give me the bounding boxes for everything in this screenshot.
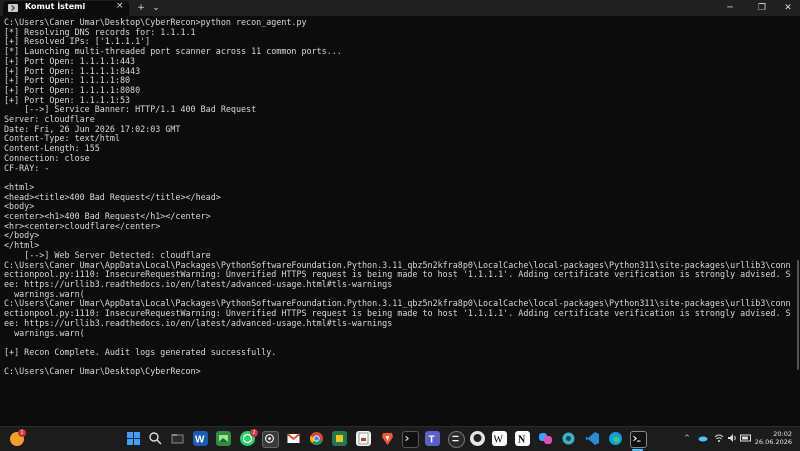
svg-text:T: T (429, 435, 435, 446)
new-tab-button[interactable]: + (135, 0, 147, 16)
tab-close-button[interactable]: × (116, 1, 124, 11)
terminal-line: [+] Recon Complete. Audit logs generated… (4, 346, 277, 357)
capcut-icon[interactable] (448, 431, 465, 448)
terminal-line: <hr><center>cloudflare</center> (4, 220, 161, 231)
terminal-line: Connection: close (4, 152, 90, 163)
svg-text:W: W (195, 435, 205, 446)
minimize-button[interactable]: ─ (720, 0, 740, 16)
pdf-icon[interactable] (356, 431, 371, 446)
notion-icon[interactable]: N (515, 431, 530, 446)
tab-title: Komut İstemi (25, 2, 86, 11)
terminal-tab-icon (8, 4, 18, 12)
project-icon[interactable] (332, 431, 347, 446)
taskbar: 1 W 2 T W N ^ 20:02 26.06.2026 (0, 426, 800, 451)
close-button[interactable]: ✕ (778, 0, 798, 16)
terminal-line: Content-Length: 155 (4, 143, 100, 154)
maximize-button[interactable]: ❐ (752, 0, 772, 16)
search-icon[interactable] (148, 431, 163, 446)
terminal-line: <head><title>400 Bad Request</title></he… (4, 191, 221, 202)
chrome-icon[interactable] (309, 431, 324, 446)
whatsapp-badge: 2 (250, 429, 258, 437)
tray-chevron-icon[interactable]: ^ (684, 434, 690, 442)
start-icon[interactable] (126, 431, 141, 446)
terminal-output[interactable]: C:\Users\Caner Umar\Desktop\CyberRecon>p… (4, 18, 796, 388)
edge-icon[interactable] (608, 431, 623, 446)
svg-text:W: W (494, 435, 504, 446)
battery-icon[interactable] (740, 433, 752, 443)
taskbar-clock[interactable]: 20:02 26.06.2026 (752, 430, 792, 446)
github-icon[interactable] (470, 431, 485, 446)
wikipedia-icon[interactable]: W (492, 431, 507, 446)
copilot-icon[interactable] (538, 431, 553, 446)
terminal-line: ee: https://urllib3.readthedocs.io/en/la… (4, 278, 393, 289)
gmail-icon[interactable] (286, 431, 301, 446)
onedrive-icon[interactable] (698, 433, 708, 443)
vscode-icon[interactable] (585, 431, 600, 446)
claude-icon[interactable] (561, 431, 576, 446)
terminal-text: C:\Users\Caner Umar\Desktop\CyberRecon>p… (4, 18, 796, 377)
terminal-line: CF-RAY: - (4, 162, 50, 173)
clock-time: 20:02 (773, 430, 792, 438)
scrollbar[interactable] (797, 260, 799, 370)
clock-date: 26.06.2026 (754, 438, 792, 446)
cmd-icon[interactable] (630, 431, 647, 448)
terminal-line: [-->] Service Banner: HTTP/1.1 400 Bad R… (4, 104, 257, 115)
tab-command-prompt[interactable]: Komut İstemi × (3, 1, 129, 16)
terminal-line: ee: https://urllib3.readthedocs.io/en/la… (4, 317, 393, 328)
terminal-line: Date: Fri, 26 Jun 2026 17:02:03 GMT (4, 123, 181, 134)
tab-dropdown-button[interactable]: ⌄ (150, 0, 162, 16)
terminal-line: warnings.warn( (4, 327, 85, 338)
terminal-dark-icon[interactable] (402, 431, 419, 448)
chatgpt-icon[interactable] (262, 431, 279, 448)
title-bar: Komut İstemi × + ⌄ ─ ❐ ✕ (0, 0, 800, 16)
photos-icon[interactable] (216, 431, 231, 446)
terminal-line: C:\Users\Caner Umar\Desktop\CyberRecon> (4, 366, 201, 377)
terminal-line: </body> (4, 230, 40, 241)
brave-icon[interactable] (380, 431, 395, 446)
word-icon[interactable]: W (193, 431, 208, 446)
volume-icon[interactable] (727, 433, 737, 443)
terminal-line: Content-Type: text/html (4, 133, 120, 144)
weather-badge: 1 (18, 429, 26, 437)
teams-icon[interactable]: T (425, 431, 440, 446)
svg-text:N: N (518, 435, 526, 446)
file-explorer-icon[interactable] (170, 431, 185, 446)
wifi-icon[interactable] (714, 433, 724, 443)
